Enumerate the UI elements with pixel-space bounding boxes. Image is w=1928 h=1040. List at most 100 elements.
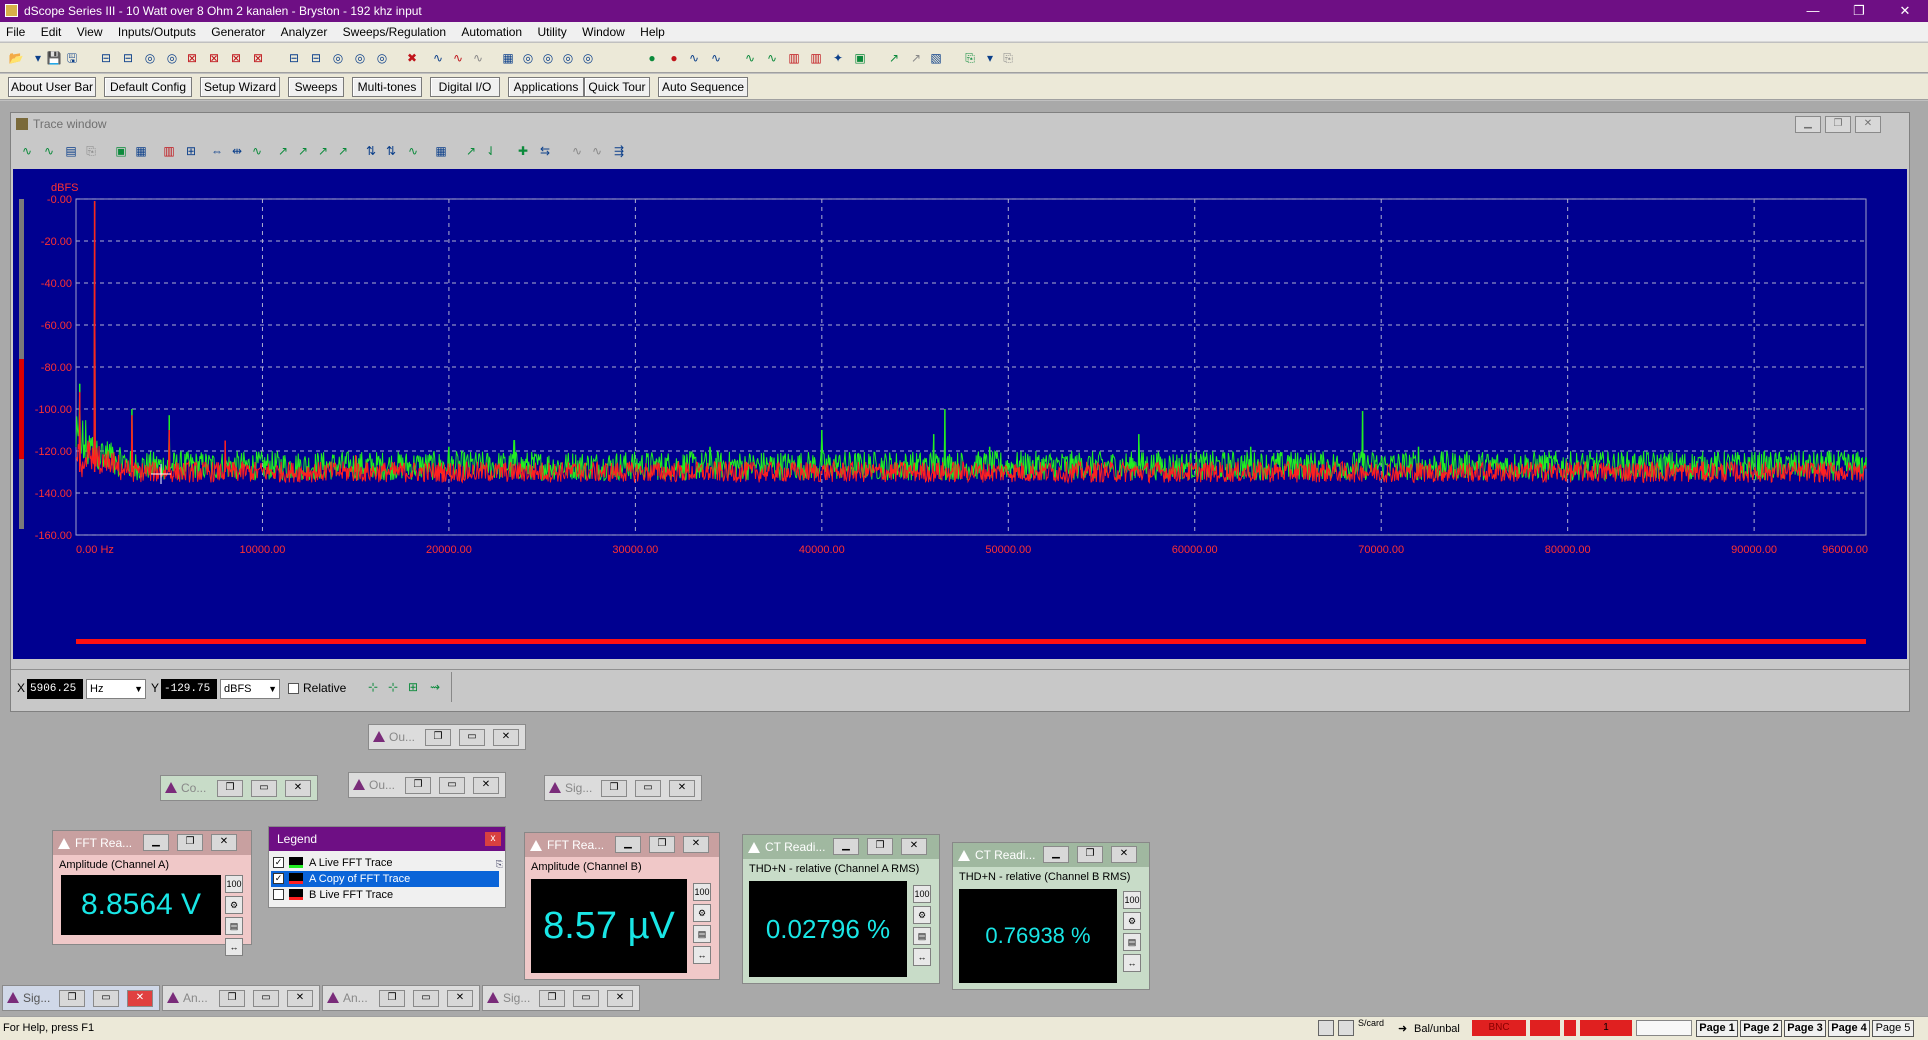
trace-add-icon[interactable]: ∿ bbox=[17, 142, 37, 160]
maximize-button[interactable]: ▭ bbox=[253, 990, 279, 1007]
bar-2-icon[interactable]: ▥ bbox=[806, 49, 826, 67]
restore-button[interactable]: ❐ bbox=[177, 834, 203, 851]
minimized-signal-window-3[interactable]: Sig... ❐ ▭ ✕ bbox=[482, 985, 640, 1011]
scope-icon[interactable]: ◎ bbox=[518, 49, 538, 67]
monitor-icon[interactable] bbox=[1318, 1020, 1334, 1036]
legend-close-button[interactable]: x bbox=[485, 832, 501, 846]
minimize-button[interactable]: ▁ bbox=[615, 836, 641, 853]
tool-icon[interactable]: ▧ bbox=[926, 49, 946, 67]
options-icon[interactable]: ⇶ bbox=[609, 142, 629, 160]
x-unit-select[interactable]: Hz bbox=[86, 679, 146, 699]
restore-button[interactable]: ❐ bbox=[379, 990, 405, 1007]
legend-item[interactable]: ✓ A Copy of FFT Trace bbox=[271, 871, 499, 887]
page-4-button[interactable]: Page 4 bbox=[1828, 1020, 1870, 1037]
fft-chart-svg[interactable]: -0.00 -20.00 -40.00 -60.00 -80.00 -100.00 -120… bbox=[13, 169, 1907, 659]
restore-button[interactable]: ❐ bbox=[649, 836, 675, 853]
expand-icon[interactable]: ↔ bbox=[913, 948, 931, 966]
minimized-analyzer-window-2[interactable]: An... ❐ ▭ ✕ bbox=[322, 985, 480, 1011]
output-d-icon[interactable]: ◎ bbox=[162, 49, 182, 67]
quick-tour-button[interactable]: Quick Tour bbox=[584, 77, 650, 97]
trace-copy-icon[interactable]: ∿ bbox=[39, 142, 59, 160]
scope-2-icon[interactable]: ◎ bbox=[538, 49, 558, 67]
sweep-icon[interactable]: ∿ bbox=[684, 49, 704, 67]
close-button[interactable]: ✕ bbox=[287, 990, 313, 1007]
maximize-button[interactable]: ▭ bbox=[439, 777, 465, 794]
open-icon[interactable]: 📂 bbox=[6, 49, 26, 67]
log-icon[interactable]: ▤ bbox=[693, 925, 711, 943]
input-b-icon[interactable]: ⊟ bbox=[306, 49, 326, 67]
trace-hide-2-icon[interactable]: ∿ bbox=[587, 142, 607, 160]
peak-icon[interactable]: ↗ bbox=[461, 142, 481, 160]
multi-tones-button[interactable]: Multi-tones bbox=[352, 77, 422, 97]
menu-window[interactable]: Window bbox=[576, 22, 631, 42]
settings-icon[interactable]: ⚙ bbox=[225, 896, 243, 914]
minimized-signal-window-1[interactable]: Sig... ❐ ▭ ✕ bbox=[544, 775, 702, 801]
scope-3-icon[interactable]: ◎ bbox=[558, 49, 578, 67]
trace-2-icon[interactable]: ∿ bbox=[762, 49, 782, 67]
peak-2-icon[interactable]: ⇃ bbox=[481, 142, 501, 160]
menu-utility[interactable]: Utility bbox=[531, 22, 572, 42]
close-button[interactable]: ✕ bbox=[1111, 846, 1137, 863]
expand-icon[interactable]: ↔ bbox=[1123, 954, 1141, 972]
page-2-button[interactable]: Page 2 bbox=[1740, 1020, 1782, 1037]
range-icon[interactable]: 100 bbox=[1123, 891, 1141, 909]
y-unit-select[interactable]: dBFS bbox=[220, 679, 280, 699]
digital-io-button[interactable]: Digital I/O bbox=[430, 77, 500, 97]
legend-item[interactable]: B Live FFT Trace bbox=[271, 887, 499, 903]
legend-item[interactable]: ✓ A Live FFT Trace bbox=[271, 855, 499, 871]
maximize-button[interactable]: ▭ bbox=[573, 990, 599, 1007]
generator-4-icon[interactable]: ⊠ bbox=[248, 49, 268, 67]
scope-4-icon[interactable]: ◎ bbox=[578, 49, 598, 67]
close-button[interactable]: ✕ bbox=[607, 990, 633, 1007]
output-c-icon[interactable]: ◎ bbox=[140, 49, 160, 67]
restore-button[interactable]: ❐ bbox=[867, 838, 893, 855]
close-button[interactable]: ✕ bbox=[901, 838, 927, 855]
trace-icon[interactable]: ∿ bbox=[740, 49, 760, 67]
page-5-button[interactable]: Page 5 bbox=[1872, 1020, 1914, 1037]
display-icon[interactable]: ▦ bbox=[498, 49, 518, 67]
x-value-field[interactable]: 5906.25 bbox=[27, 679, 83, 699]
minimized-output-window-2[interactable]: Ou... ❐ ▭ ✕ bbox=[348, 772, 506, 798]
grid-icon[interactable]: ⊞ bbox=[181, 142, 201, 160]
minimize-button[interactable]: ▁ bbox=[143, 834, 169, 851]
scroll-range-bar[interactable] bbox=[76, 639, 1866, 644]
menu-file[interactable]: File bbox=[0, 22, 31, 42]
bar-icon[interactable]: ▥ bbox=[784, 49, 804, 67]
restore-button[interactable]: ❐ bbox=[59, 990, 85, 1007]
bar-graph-icon[interactable]: ▥ bbox=[159, 142, 179, 160]
zoom-icon[interactable]: ▣ bbox=[111, 142, 131, 160]
cursor-peak-icon[interactable]: ⊹ bbox=[383, 678, 403, 696]
maximize-button[interactable]: ❐ bbox=[1836, 0, 1882, 22]
chart-icon[interactable]: ▣ bbox=[850, 49, 870, 67]
generator-icon[interactable]: ⊠ bbox=[182, 49, 202, 67]
legend-checkbox[interactable]: ✓ bbox=[273, 873, 284, 884]
output-a-icon[interactable]: ⊟ bbox=[96, 49, 116, 67]
menu-help[interactable]: Help bbox=[634, 22, 671, 42]
input-a-icon[interactable]: ⊟ bbox=[284, 49, 304, 67]
scale-icon[interactable]: ⇅ bbox=[361, 142, 381, 160]
analyzer-icon[interactable]: ∿ bbox=[428, 49, 448, 67]
arrow-2-icon[interactable]: ↗ bbox=[906, 49, 926, 67]
auto-sequence-button[interactable]: Auto Sequence bbox=[658, 77, 748, 97]
applications-button[interactable]: Applications bbox=[508, 77, 584, 97]
minimize-button[interactable]: ▁ bbox=[1043, 846, 1069, 863]
run-green-icon[interactable]: ● bbox=[642, 49, 662, 67]
close-button[interactable]: ✕ bbox=[1882, 0, 1928, 22]
cursor-link-icon[interactable]: ⊹ bbox=[363, 678, 383, 696]
output-b-icon[interactable]: ⊟ bbox=[118, 49, 138, 67]
maximize-button[interactable]: ▭ bbox=[413, 990, 439, 1007]
close-button[interactable]: ✕ bbox=[669, 780, 695, 797]
legend-checkbox[interactable]: ✓ bbox=[273, 857, 284, 868]
close-button[interactable]: ✕ bbox=[285, 780, 311, 797]
generator-3-icon[interactable]: ⊠ bbox=[226, 49, 246, 67]
menu-sweeps-regulation[interactable]: Sweeps/Regulation bbox=[337, 22, 452, 42]
log-icon[interactable]: ▤ bbox=[1123, 933, 1141, 951]
range-icon[interactable]: 100 bbox=[913, 885, 931, 903]
maximize-button[interactable]: ▭ bbox=[251, 780, 277, 797]
settings-icon[interactable]: ⚙ bbox=[693, 904, 711, 922]
input-e-icon[interactable]: ◎ bbox=[372, 49, 392, 67]
settings-icon[interactable]: ⚙ bbox=[1123, 912, 1141, 930]
paste-icon[interactable]: ⎘ bbox=[998, 49, 1018, 67]
minimized-signal-window-2[interactable]: Sig... ❐ ▭ ✕ bbox=[2, 985, 160, 1011]
minimized-output-window-1[interactable]: Ou... ❐ ▭ ✕ bbox=[368, 724, 526, 750]
